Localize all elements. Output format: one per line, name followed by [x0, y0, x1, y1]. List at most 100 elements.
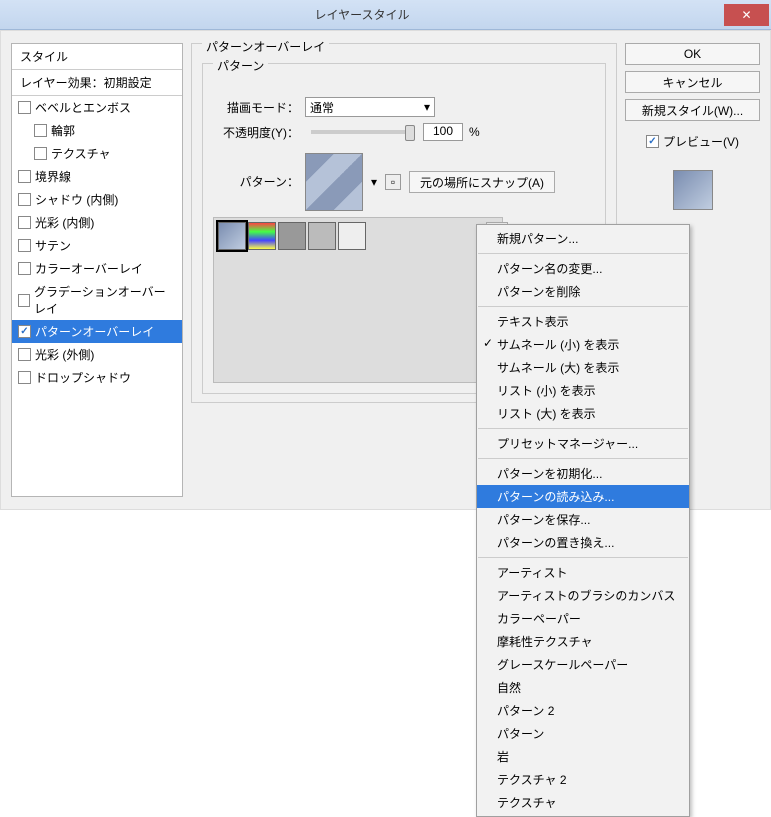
menu-item[interactable]: パターンを初期化...	[477, 462, 689, 485]
styles-subheader[interactable]: レイヤー効果：初期設定	[12, 70, 182, 96]
menu-item[interactable]: テクスチャ 2	[477, 768, 689, 791]
menu-item[interactable]: 自然	[477, 676, 689, 699]
menu-separator	[478, 557, 688, 558]
checkbox-icon[interactable]	[34, 147, 47, 160]
menu-item[interactable]: パターンの置き換え...	[477, 531, 689, 554]
menu-item[interactable]: 岩	[477, 745, 689, 768]
style-label: サテン	[35, 237, 71, 254]
checkbox-icon[interactable]	[18, 239, 31, 252]
opacity-slider[interactable]	[311, 130, 411, 134]
pattern-thumb[interactable]	[278, 222, 306, 250]
style-item[interactable]: グラデーションオーバーレイ	[12, 280, 182, 320]
menu-item[interactable]: 新規パターン...	[477, 227, 689, 250]
style-label: シャドウ (内側)	[35, 191, 118, 208]
menu-separator	[478, 458, 688, 459]
opacity-input[interactable]: 100	[423, 123, 463, 141]
chevron-down-icon[interactable]: ▾	[371, 175, 377, 189]
menu-item[interactable]: リスト (小) を表示	[477, 379, 689, 402]
menu-item[interactable]: プリセットマネージャー...	[477, 432, 689, 455]
style-item[interactable]: ベベルとエンボス	[12, 96, 182, 119]
checkbox-icon[interactable]	[18, 325, 31, 338]
style-item[interactable]: テクスチャ	[12, 142, 182, 165]
checkbox-icon[interactable]	[18, 170, 31, 183]
style-label: パターンオーバーレイ	[35, 323, 154, 340]
checkbox-icon	[646, 135, 659, 148]
pattern-swatch[interactable]	[305, 153, 363, 211]
menu-separator	[478, 428, 688, 429]
close-button[interactable]: ✕	[724, 4, 769, 26]
opacity-label: 不透明度(Y)：	[213, 124, 299, 141]
menu-item[interactable]: パターンを削除	[477, 280, 689, 303]
menu-separator	[478, 253, 688, 254]
check-icon: ✓	[483, 336, 493, 350]
menu-item[interactable]: パターンの読み込み...	[477, 485, 689, 508]
menu-item[interactable]: アーティストのブラシのカンバス	[477, 584, 689, 607]
style-label: 光彩 (内側)	[35, 214, 94, 231]
checkbox-icon[interactable]	[18, 216, 31, 229]
style-item[interactable]: シャドウ (内側)	[12, 188, 182, 211]
inner-title: パターン	[213, 57, 268, 74]
ok-button[interactable]: OK	[625, 43, 760, 65]
style-label: 輪郭	[51, 122, 75, 139]
pattern-thumb[interactable]	[308, 222, 336, 250]
style-item[interactable]: 輪郭	[12, 119, 182, 142]
menu-item[interactable]: テクスチャ	[477, 791, 689, 814]
style-label: カラーオーバーレイ	[35, 260, 143, 277]
document-icon: ▫	[391, 175, 395, 189]
menu-item[interactable]: テキスト表示	[477, 310, 689, 333]
chevron-down-icon: ▾	[424, 100, 430, 114]
menu-item[interactable]: 摩耗性テクスチャ	[477, 630, 689, 653]
preview-thumbnail	[673, 170, 713, 210]
title-bar: レイヤースタイル ✕	[0, 0, 771, 30]
blend-mode-select[interactable]: 通常 ▾	[305, 97, 435, 117]
blend-mode-label: 描画モード：	[213, 99, 299, 116]
window-title: レイヤースタイル	[0, 6, 724, 23]
pattern-thumb[interactable]	[218, 222, 246, 250]
cancel-button[interactable]: キャンセル	[625, 71, 760, 93]
style-label: ベベルとエンボス	[35, 99, 131, 116]
checkbox-icon[interactable]	[18, 193, 31, 206]
menu-item[interactable]: サムネール (大) を表示	[477, 356, 689, 379]
style-item[interactable]: 光彩 (外側)	[12, 343, 182, 366]
style-item[interactable]: カラーオーバーレイ	[12, 257, 182, 280]
checkbox-icon[interactable]	[18, 294, 30, 307]
menu-item[interactable]: アーティスト	[477, 561, 689, 584]
style-label: グラデーションオーバーレイ	[34, 283, 176, 317]
new-preset-button[interactable]: ▫	[385, 174, 401, 190]
checkbox-icon[interactable]	[18, 101, 31, 114]
styles-header[interactable]: スタイル	[12, 44, 182, 70]
style-label: 光彩 (外側)	[35, 346, 94, 363]
menu-item[interactable]: パターンを保存...	[477, 508, 689, 531]
menu-item[interactable]: ✓サムネール (小) を表示	[477, 333, 689, 356]
checkbox-icon[interactable]	[18, 262, 31, 275]
checkbox-icon[interactable]	[18, 348, 31, 361]
pattern-label: パターン：	[213, 153, 299, 190]
new-style-button[interactable]: 新規スタイル(W)...	[625, 99, 760, 121]
menu-separator	[478, 306, 688, 307]
preview-checkbox[interactable]: プレビュー(V)	[625, 133, 760, 150]
style-item[interactable]: 光彩 (内側)	[12, 211, 182, 234]
checkbox-icon[interactable]	[34, 124, 47, 137]
snap-button[interactable]: 元の場所にスナップ(A)	[409, 171, 555, 193]
menu-item[interactable]: パターン 2	[477, 699, 689, 722]
opacity-unit: %	[469, 125, 480, 139]
group-title: パターンオーバーレイ	[202, 38, 329, 55]
style-label: テクスチャ	[51, 145, 111, 162]
style-label: ドロップシャドウ	[35, 369, 131, 386]
pattern-thumb[interactable]	[338, 222, 366, 250]
menu-item[interactable]: グレースケールペーパー	[477, 653, 689, 676]
menu-item[interactable]: リスト (大) を表示	[477, 402, 689, 425]
style-item[interactable]: ドロップシャドウ	[12, 366, 182, 389]
pattern-thumb[interactable]	[248, 222, 276, 250]
pattern-picker: ✲▸	[213, 217, 503, 383]
pattern-context-menu: 新規パターン...パターン名の変更...パターンを削除テキスト表示✓サムネール …	[476, 224, 690, 817]
checkbox-icon[interactable]	[18, 371, 31, 384]
styles-panel: スタイル レイヤー効果：初期設定 ベベルとエンボス輪郭テクスチャ境界線シャドウ …	[11, 43, 183, 497]
close-icon: ✕	[741, 8, 751, 22]
style-item[interactable]: サテン	[12, 234, 182, 257]
style-item[interactable]: パターンオーバーレイ	[12, 320, 182, 343]
menu-item[interactable]: パターン名の変更...	[477, 257, 689, 280]
menu-item[interactable]: パターン	[477, 722, 689, 745]
style-item[interactable]: 境界線	[12, 165, 182, 188]
menu-item[interactable]: カラーペーパー	[477, 607, 689, 630]
